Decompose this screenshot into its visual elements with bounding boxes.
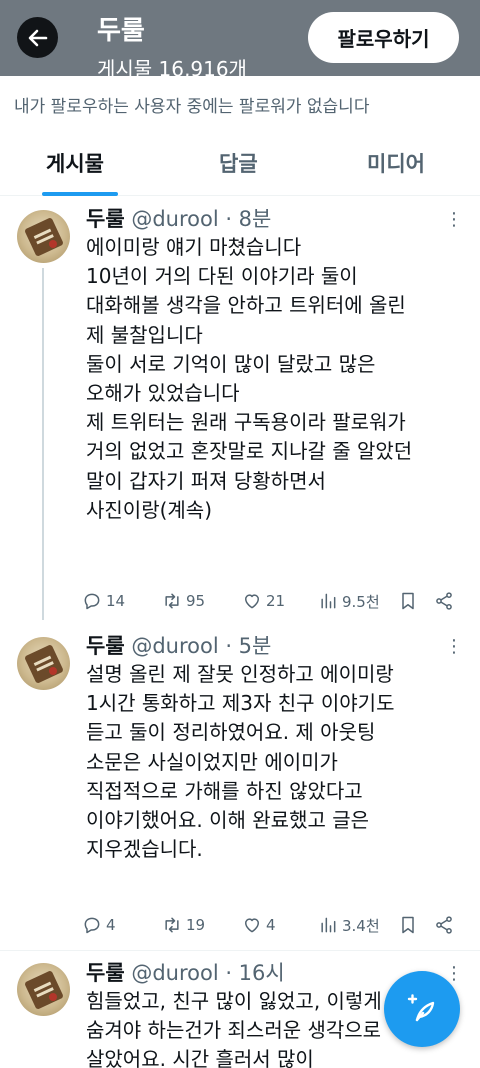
compose-post-button[interactable]: [384, 971, 460, 1047]
post-line: 사진이랑(계속): [86, 497, 213, 522]
post-divider: [0, 950, 480, 951]
post-line: 말이 갑자기 퍼져 당황하면서: [86, 468, 326, 493]
post-line: 살았어요. 시간 흘러서 많이: [86, 1047, 314, 1068]
repost-button[interactable]: 95: [162, 589, 205, 613]
repost-count: 95: [186, 592, 206, 610]
heart-icon: [245, 594, 259, 609]
post-actions: 14 95 21 9.5천: [82, 589, 462, 613]
avatar[interactable]: [17, 963, 70, 1016]
avatar[interactable]: [17, 210, 70, 263]
post-actions: 4 19 4 3.4천: [82, 913, 462, 937]
reply-icon: [84, 593, 100, 610]
author-name[interactable]: 두룰: [86, 961, 125, 985]
post-line: 이야기했어요. 이해 완료했고 글은: [86, 807, 370, 832]
post-line: 제 트위터는 원래 구독용이라 팔로워가: [86, 410, 406, 435]
like-count: 4: [266, 916, 276, 934]
post-line: 1시간 통화하고 제3자 친구 이야기도: [86, 691, 395, 716]
heart-icon: [245, 918, 259, 933]
tab-media[interactable]: 미디어: [367, 148, 425, 178]
views-button[interactable]: 9.5천: [318, 589, 380, 613]
bookmark-icon: [402, 916, 414, 934]
author-name[interactable]: 두룰: [86, 634, 125, 658]
post-line: 제 불찰입니다: [86, 322, 203, 347]
post-line: 에이미랑 얘기 마쳤습니다: [86, 235, 302, 259]
share-button[interactable]: [434, 913, 454, 937]
author-handle-time: @durool · 16시: [124, 961, 285, 985]
author-handle-time: @durool · 5분: [124, 634, 272, 658]
repost-button[interactable]: 19: [162, 913, 205, 937]
follow-button[interactable]: 팔로우하기: [308, 12, 459, 63]
compose-feather-icon: [407, 994, 435, 1022]
reply-icon: [84, 917, 100, 934]
like-button[interactable]: 21: [242, 589, 285, 613]
like-button[interactable]: 4: [242, 913, 276, 937]
post-text[interactable]: 설명 올린 제 잘못 인정하고 에이미랑 1시간 통화하고 제3자 친구 이야기…: [86, 660, 466, 864]
author-name[interactable]: 두룰: [86, 207, 125, 231]
more-options-icon[interactable]: ⋮: [444, 210, 464, 230]
repost-icon: [165, 917, 179, 933]
post-line: 오해가 있었습니다: [86, 380, 240, 405]
reply-count: 14: [106, 592, 126, 610]
tab-replies[interactable]: 답글: [219, 148, 258, 178]
view-count: 3.4천: [342, 916, 380, 935]
post-line: 설명 올린 제 잘못 인정하고 에이미랑: [86, 662, 394, 686]
view-count: 9.5천: [342, 592, 380, 611]
profile-header: 두룰 게시물 16,916개 팔로우하기: [0, 0, 480, 76]
post-line: 거의 없었고 혼잣말로 지나갈 줄 알았던: [86, 439, 413, 464]
like-count: 21: [266, 592, 286, 610]
back-button[interactable]: [17, 17, 58, 58]
followers-you-know-note: 내가 팔로우하는 사용자 중에는 팔로워가 없습니다: [14, 97, 370, 117]
avatar[interactable]: [17, 637, 70, 690]
post-header: 두룰 @durool · 5분: [86, 630, 271, 660]
repost-icon: [165, 593, 179, 609]
views-icon: [321, 593, 336, 609]
active-tab-indicator: [42, 192, 118, 196]
bookmark-button[interactable]: [398, 913, 418, 937]
views-button[interactable]: 3.4천: [318, 913, 380, 937]
arrow-left-icon: [28, 29, 47, 46]
more-options-icon[interactable]: ⋮: [444, 637, 464, 657]
reply-count: 4: [106, 916, 116, 934]
post-text[interactable]: 에이미랑 얘기 마쳤습니다 10년이 거의 다된 이야기라 둘이 대화해볼 생각…: [86, 233, 466, 525]
bookmark-icon: [402, 592, 414, 610]
post-line: 대화해볼 생각을 안하고 트위터에 올린: [86, 293, 406, 318]
views-icon: [321, 917, 336, 933]
post-line: 지우겠습니다.: [86, 837, 203, 862]
share-icon: [436, 592, 452, 610]
profile-tabs: 게시물 답글 미디어: [0, 138, 480, 196]
post-line: 소문은 사실이었지만 에이미가: [86, 749, 338, 774]
thread-line: [42, 268, 44, 620]
post-line: 직접적으로 가해를 하진 않았다고: [86, 778, 363, 803]
profile-name: 두룰: [97, 16, 145, 46]
reply-button[interactable]: 4: [82, 913, 116, 937]
post-line: 듣고 둘이 정리하였어요. 제 아웃팅: [86, 720, 376, 745]
reply-button[interactable]: 14: [82, 589, 125, 613]
bookmark-button[interactable]: [398, 589, 418, 613]
share-button[interactable]: [434, 589, 454, 613]
post-line: 둘이 서로 기억이 많이 달랐고 많은: [86, 351, 376, 376]
tab-posts[interactable]: 게시물: [46, 148, 104, 178]
post-count: 게시물 16,916개: [97, 57, 247, 76]
post-header: 두룰 @durool · 8분: [86, 203, 271, 233]
repost-count: 19: [186, 916, 206, 934]
author-handle-time: @durool · 8분: [124, 207, 272, 231]
post-line: 10년이 거의 다된 이야기라 둘이: [86, 264, 358, 289]
share-icon: [436, 916, 452, 934]
post-header: 두룰 @durool · 16시: [86, 957, 285, 987]
